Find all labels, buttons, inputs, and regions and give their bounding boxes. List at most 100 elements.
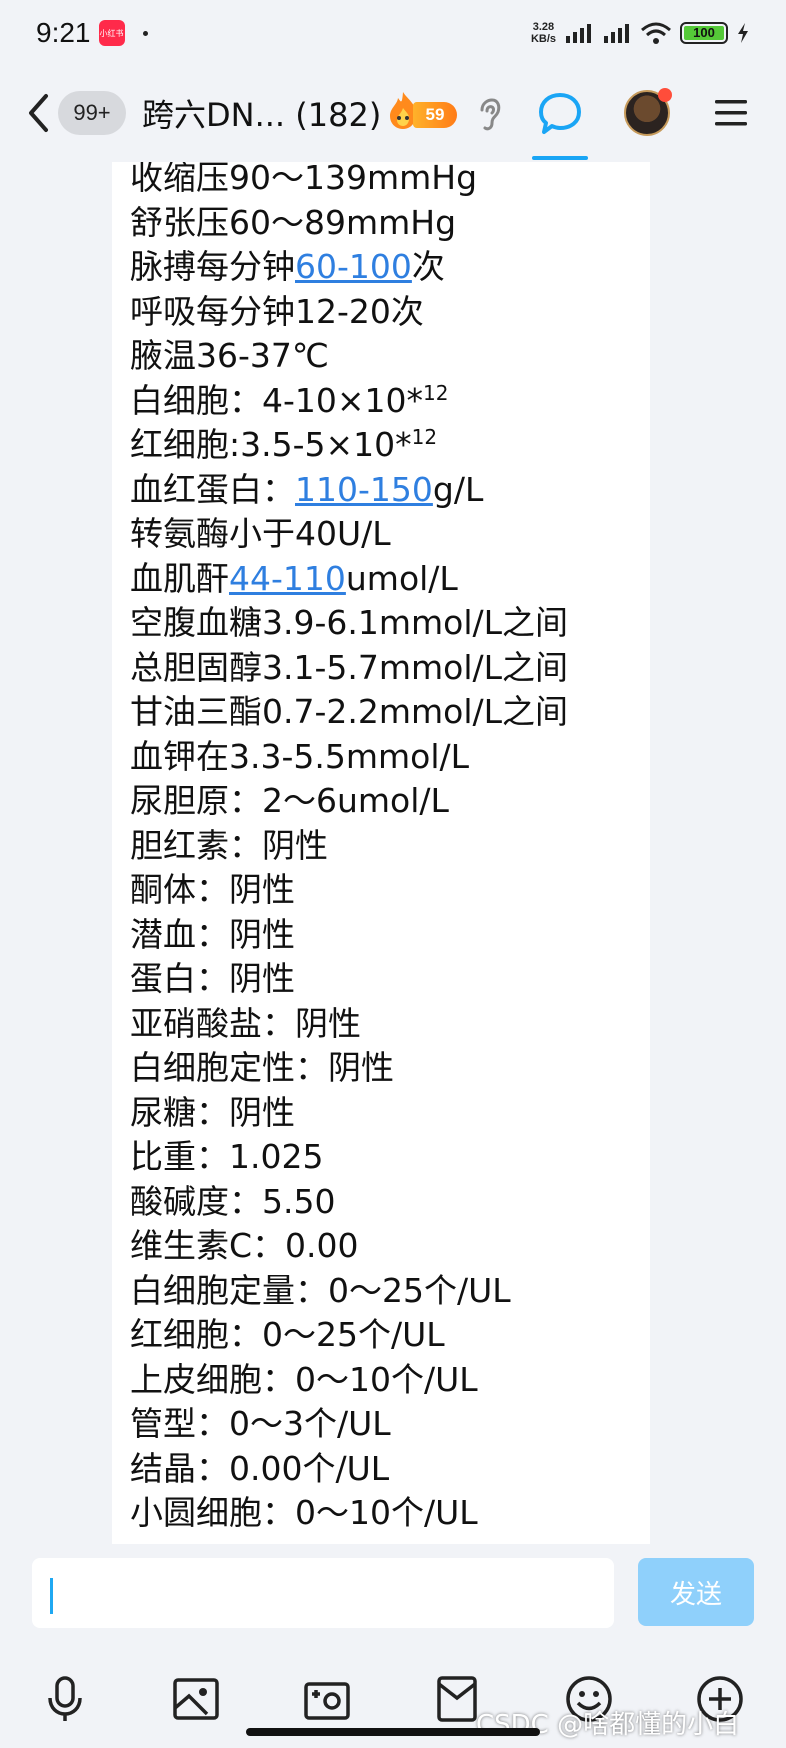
wifi-icon bbox=[641, 22, 671, 44]
message-line: 血红蛋白：110-150g/L bbox=[130, 468, 568, 513]
message-text: 小圆细胞：0～10个/UL bbox=[130, 1493, 478, 1532]
camera-icon[interactable] bbox=[302, 1674, 352, 1724]
chat-title[interactable]: 跨六DN... (182) bbox=[142, 90, 381, 136]
message-line: 酮体：阴性 bbox=[130, 868, 568, 913]
message-text: 转氨酶小于40U/L bbox=[130, 514, 391, 553]
message-line: 管型：0～3个/UL bbox=[130, 1402, 568, 1447]
message-text: 蛋白：阴性 bbox=[130, 959, 295, 998]
message-text: 次 bbox=[411, 247, 445, 286]
message-line: 胆红素：阴性 bbox=[130, 824, 568, 869]
message-text: 血肌酐 bbox=[130, 558, 229, 598]
message-text: g/L bbox=[432, 469, 484, 509]
message-line: 白细胞：4-10×10*12 bbox=[130, 379, 568, 424]
message-line: 维生素C：0.00 bbox=[130, 1224, 568, 1269]
status-bar: 9:21 小红书 3.28 KB/s 100 bbox=[0, 0, 786, 66]
net-speed: 3.28 KB/s bbox=[531, 21, 556, 45]
message-text: 收缩压90～139mmHg bbox=[130, 162, 478, 197]
message-link[interactable]: 110-150 bbox=[295, 470, 433, 509]
message-link[interactable]: 44-110 bbox=[229, 559, 346, 598]
message-line: 血钾在3.3-5.5mmol/L bbox=[130, 735, 568, 780]
net-speed-value: 3.28 bbox=[532, 21, 555, 33]
message-line: 尿糖：阴性 bbox=[130, 1091, 568, 1136]
menu-icon[interactable] bbox=[714, 98, 748, 128]
message-line: 空腹血糖3.9-6.1mmol/L之间 bbox=[130, 601, 568, 646]
message-line: 亚硝酸盐：阴性 bbox=[130, 1002, 568, 1047]
level-badge: 59 bbox=[413, 102, 457, 128]
message-text: 白细胞定量：0～25个/UL bbox=[130, 1270, 511, 1310]
home-indicator[interactable] bbox=[246, 1728, 540, 1736]
message-text: 酸碱度：5.50 bbox=[130, 1181, 336, 1221]
signal-icon bbox=[566, 24, 591, 43]
message-text: 尿糖：阴性 bbox=[130, 1092, 295, 1132]
ear-icon[interactable] bbox=[476, 98, 502, 132]
message-line: 转氨酶小于40U/L bbox=[130, 512, 568, 557]
net-speed-unit: KB/s bbox=[530, 33, 556, 45]
message-line: 舒张压60～89mmHg bbox=[130, 201, 568, 246]
message-line: 尿胆原：2～6umol/L bbox=[130, 779, 568, 824]
message-text: 白细胞：4-10×10* bbox=[130, 380, 424, 420]
chat-header: 99+ 跨六DN... (182) 59 bbox=[0, 66, 786, 162]
message-text: 脉搏每分钟 bbox=[130, 247, 295, 286]
message-line: 白细胞定量：0～25个/UL bbox=[130, 1269, 568, 1314]
message-text: 上皮细胞：0～10个/UL bbox=[130, 1359, 478, 1399]
message-line: 潜血：阴性 bbox=[130, 913, 568, 958]
unread-count-badge[interactable]: 99+ bbox=[58, 91, 126, 135]
message-line: 红细胞：0～25个/UL bbox=[130, 1313, 568, 1358]
message-text: 管型：0～3个/UL bbox=[130, 1404, 391, 1443]
message-text: 红细胞：0～25个/UL bbox=[130, 1315, 445, 1354]
message-line: 结晶：0.00个/UL bbox=[130, 1447, 568, 1492]
message-text: 空腹血糖3.9-6.1mmol/L之间 bbox=[130, 603, 569, 642]
message-text: 胆红素：阴性 bbox=[130, 825, 328, 865]
message-input[interactable] bbox=[32, 1558, 614, 1628]
message-line: 比重：1.025 bbox=[130, 1135, 568, 1180]
message-text: umol/L bbox=[345, 558, 458, 598]
message-line: 呼吸每分钟12-20次 bbox=[130, 290, 568, 335]
message-text: 潜血：阴性 bbox=[130, 914, 295, 954]
active-tab-indicator bbox=[532, 156, 588, 160]
status-time: 9:21 bbox=[36, 17, 91, 48]
microphone-icon[interactable] bbox=[40, 1674, 90, 1724]
message-text: 甘油三酯0.7-2.2mmol/L之间 bbox=[130, 692, 569, 731]
input-bar: 发送 bbox=[0, 1544, 786, 1634]
message-text: 舒张压60～89mmHg bbox=[130, 202, 457, 242]
message-text: 酮体：阴性 bbox=[130, 870, 295, 909]
message-link[interactable]: 60-100 bbox=[295, 247, 412, 286]
message-lines: 收缩压90～139mmHg 舒张压60～89mmHg 脉搏每分钟60-100次 呼吸每… bbox=[130, 162, 568, 1536]
send-button[interactable]: 发送 bbox=[638, 1558, 754, 1626]
message-line: 酸碱度：5.50 bbox=[130, 1180, 568, 1225]
message-text: 结晶：0.00个/UL bbox=[130, 1448, 390, 1488]
message-text: 红细胞:3.5-5×10* bbox=[130, 425, 412, 464]
message-text: 比重：1.025 bbox=[130, 1137, 324, 1176]
message-text: 尿胆原：2～6umol/L bbox=[130, 781, 449, 820]
charging-icon bbox=[738, 23, 748, 43]
message-line: 蛋白：阴性 bbox=[130, 957, 568, 1002]
battery-level: 100 bbox=[684, 26, 724, 40]
message-text: 维生素C：0.00 bbox=[130, 1226, 359, 1265]
red-packet-icon[interactable] bbox=[432, 1674, 482, 1724]
message-line: 总胆固醇3.1-5.7mmol/L之间 bbox=[130, 646, 568, 691]
message-line: 小圆细胞：0～10个/UL bbox=[130, 1491, 568, 1536]
image-icon[interactable] bbox=[171, 1674, 221, 1724]
message-text: 呼吸每分钟12-20次 bbox=[130, 291, 424, 331]
message-line: 收缩压90～139mmHg bbox=[130, 162, 568, 201]
status-right: 3.28 KB/s 100 bbox=[531, 21, 750, 45]
message-line: 甘油三酯0.7-2.2mmol/L之间 bbox=[130, 690, 568, 735]
message-text: 腋温36-37℃ bbox=[130, 336, 329, 375]
message-text: 亚硝酸盐：阴性 bbox=[130, 1003, 361, 1043]
avatar-notification-dot bbox=[658, 88, 672, 102]
message-line: 白细胞定性：阴性 bbox=[130, 1046, 568, 1091]
message-line: 腋温36-37℃ bbox=[130, 334, 568, 379]
message-line: 上皮细胞：0～10个/UL bbox=[130, 1358, 568, 1403]
back-icon[interactable] bbox=[26, 92, 52, 134]
message-line: 血肌酐44-110umol/L bbox=[130, 557, 568, 602]
message-bubble[interactable]: 收缩压90～139mmHg 舒张压60～89mmHg 脉搏每分钟60-100次 呼吸每… bbox=[112, 162, 650, 1544]
message-superscript: 12 bbox=[423, 380, 449, 405]
text-caret bbox=[50, 1578, 53, 1614]
chat-icon[interactable] bbox=[536, 90, 584, 138]
message-line: 脉搏每分钟60-100次 bbox=[130, 245, 568, 290]
battery-icon: 100 bbox=[680, 22, 728, 44]
message-text: 血钾在3.3-5.5mmol/L bbox=[130, 736, 470, 776]
message-superscript: 12 bbox=[411, 425, 438, 449]
notification-dot bbox=[142, 30, 148, 36]
signal-icon-2 bbox=[604, 24, 629, 43]
